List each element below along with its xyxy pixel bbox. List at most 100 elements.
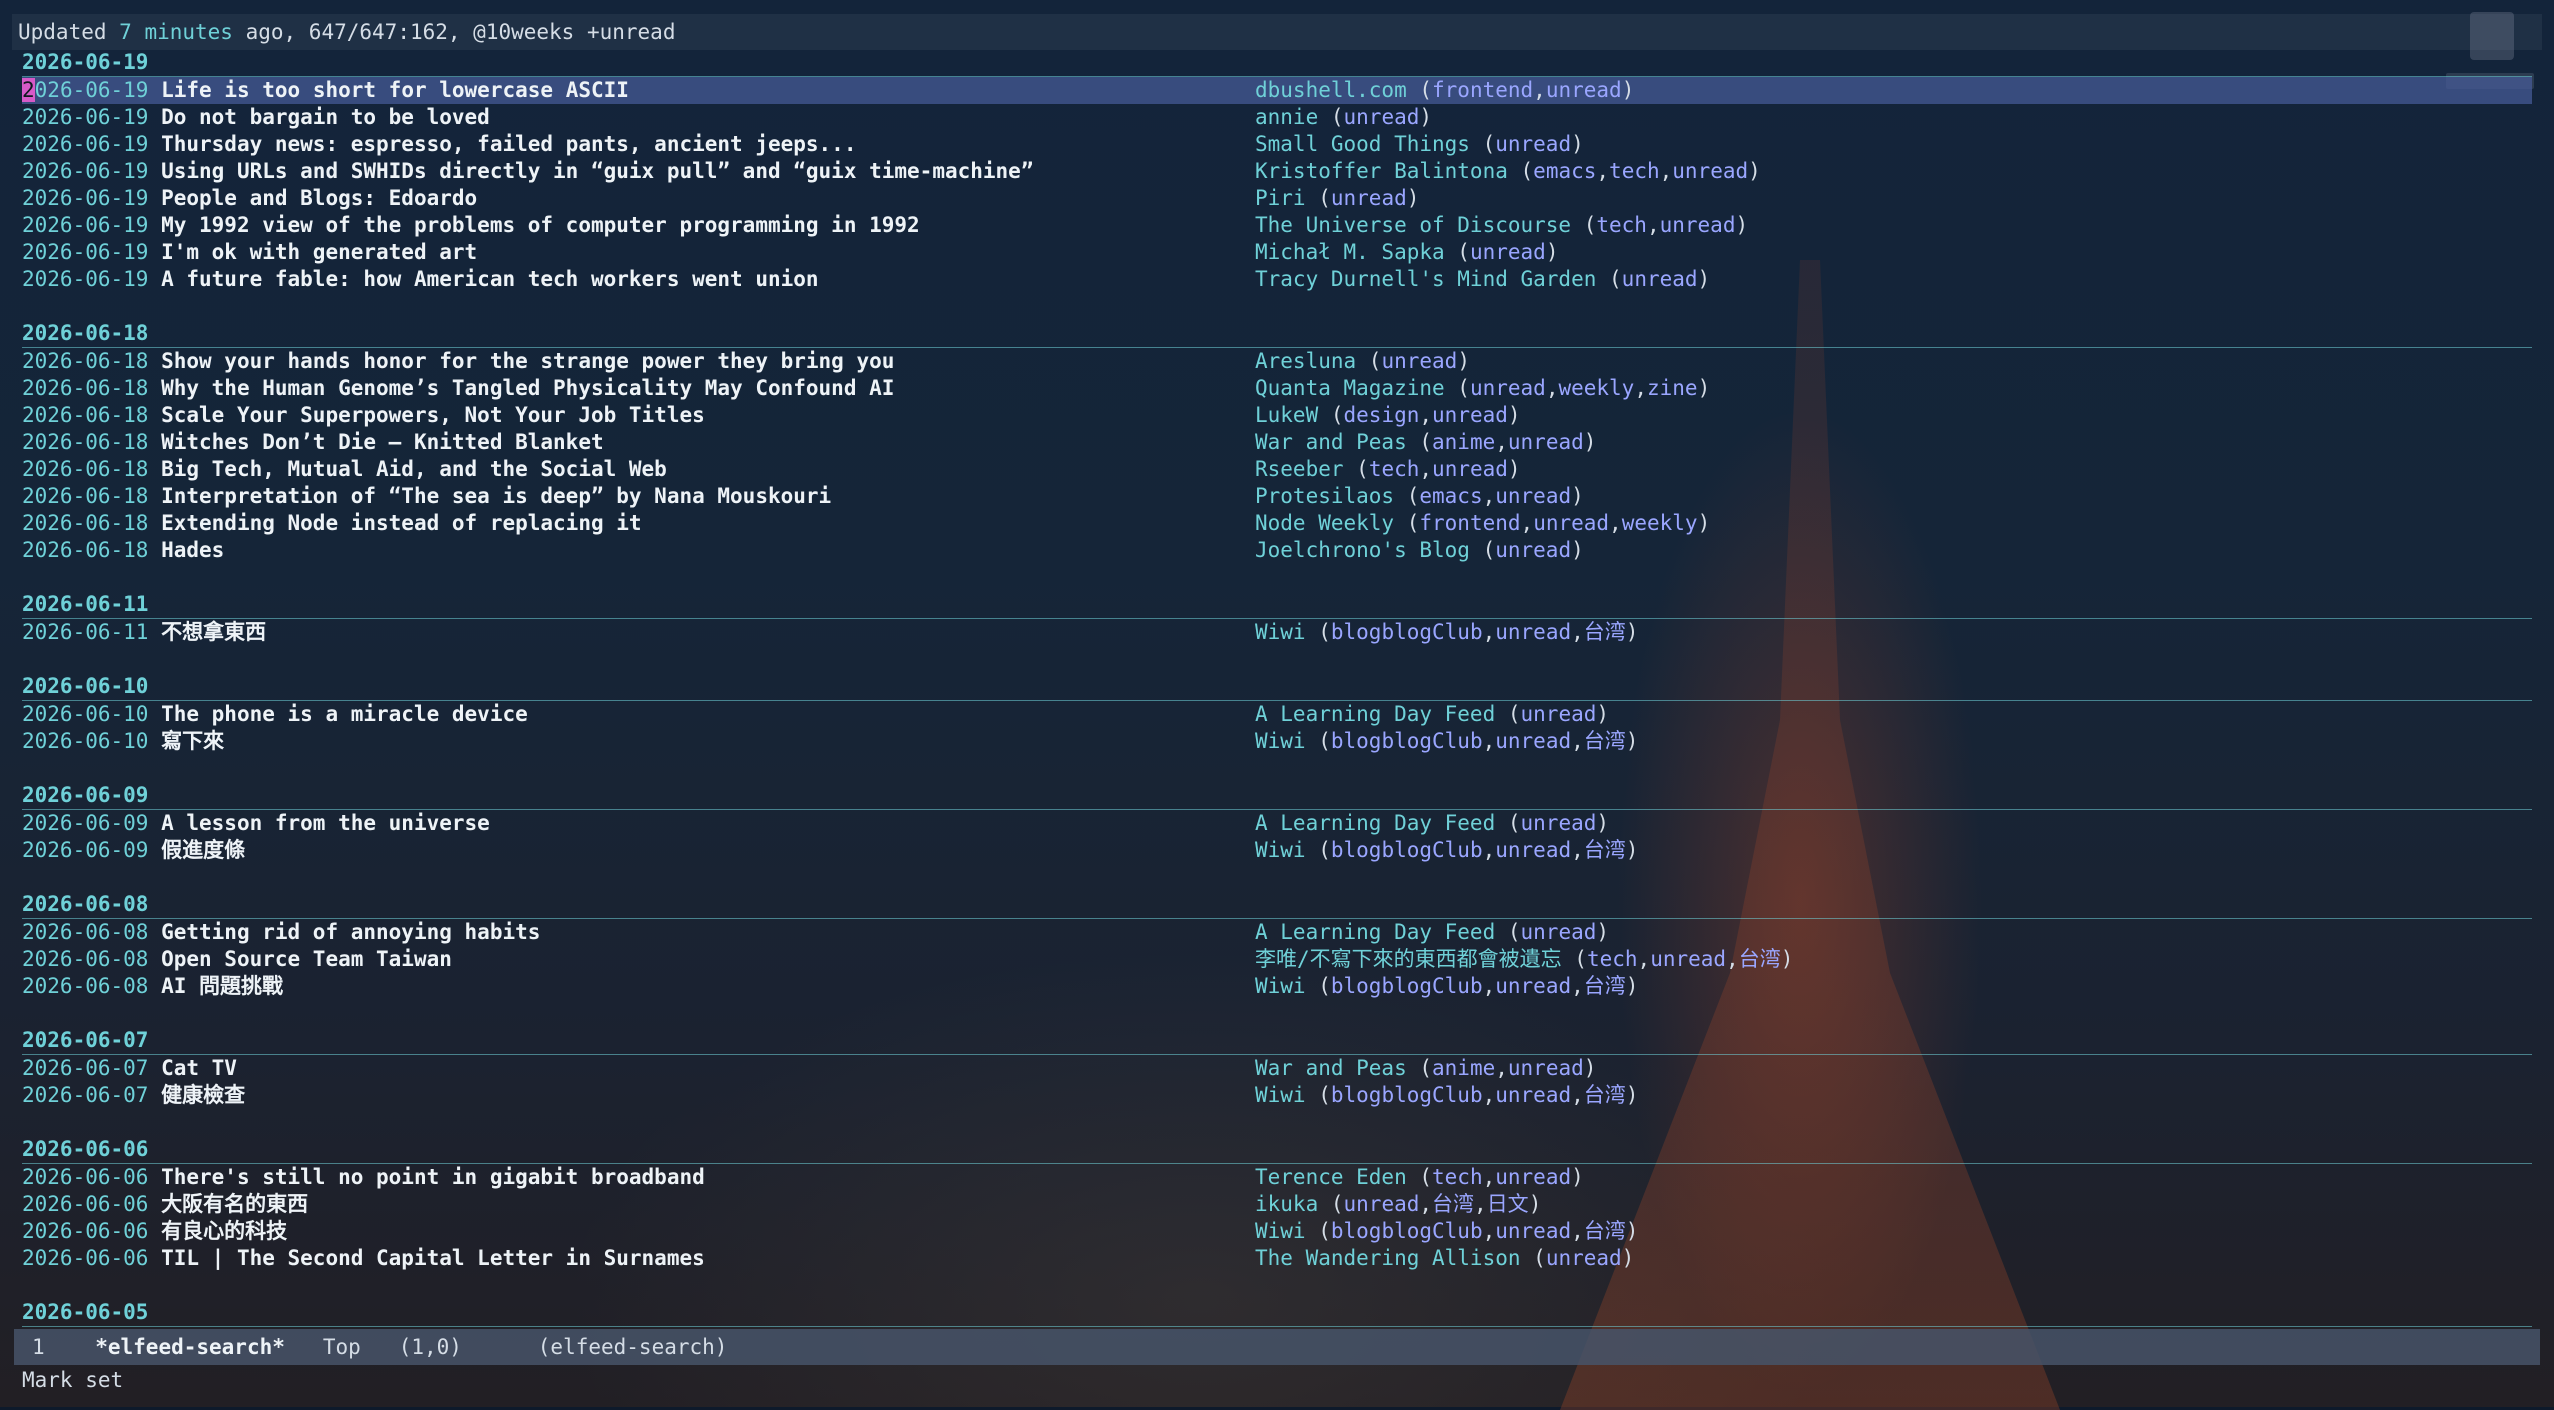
entry-row[interactable]: 2026-06-10 寫下來 Wiwi (blogblogClub,unread,…: [22, 728, 2532, 755]
entry-title[interactable]: Open Source Team Taiwan: [161, 947, 452, 971]
entry-title[interactable]: My 1992 view of the problems of computer…: [161, 213, 920, 237]
entry-feed-and-tags: The Universe of Discourse (tech,unread): [1255, 212, 1748, 239]
entry-row[interactable]: 2026-06-19 Thursday news: espresso, fail…: [22, 131, 2532, 158]
entry-row[interactable]: 2026-06-18 Scale Your Superpowers, Not Y…: [22, 402, 2532, 429]
entry-row[interactable]: 2026-06-08 Getting rid of annoying habit…: [22, 919, 2532, 946]
entry-title[interactable]: Big Tech, Mutual Aid, and the Social Web: [161, 457, 667, 481]
entry-row[interactable]: 2026-06-18 Show your hands honor for the…: [22, 348, 2532, 375]
entry-title[interactable]: 有良心的科技: [161, 1219, 287, 1243]
entry-feed-name: ikuka: [1255, 1192, 1319, 1216]
entry-title[interactable]: Hades: [161, 538, 224, 562]
entry-row[interactable]: 2026-06-18 Big Tech, Mutual Aid, and the…: [22, 456, 2532, 483]
tag-separator: ,: [1571, 729, 1584, 753]
entry-row[interactable]: 2026-06-11 不想拿東西 Wiwi (blogblogClub,unrea…: [22, 619, 2532, 646]
entry-row[interactable]: 2026-06-19 Using URLs and SWHIDs directl…: [22, 158, 2532, 185]
entry-row[interactable]: 2026-06-19 People and Blogs: Edoardo Piri…: [22, 185, 2532, 212]
entry-row[interactable]: 2026-06-06 There's still no point in gig…: [22, 1164, 2532, 1191]
entry-title[interactable]: Scale Your Superpowers, Not Your Job Tit…: [161, 403, 705, 427]
tag-close-paren: ): [1735, 213, 1749, 237]
entry-row[interactable]: 2026-06-18 Interpretation of “The sea is…: [22, 483, 2532, 510]
entry-title[interactable]: Witches Don’t Die – Knitted Blanket: [161, 430, 604, 454]
entry-title[interactable]: 假進度條: [161, 838, 245, 862]
entry-row[interactable]: 2026-06-18 Witches Don’t Die – Knitted B…: [22, 429, 2532, 456]
entry-tag: unread: [1343, 1192, 1420, 1216]
entry-row[interactable]: 2026-06-07 健康檢查 Wiwi (blogblogClub,unread…: [22, 1082, 2532, 1109]
entry-date: 2026-06-08: [22, 974, 149, 998]
tag-open-paren: (: [1444, 240, 1470, 264]
entry-title[interactable]: Thursday news: espresso, failed pants, a…: [161, 132, 856, 156]
entry-feed-name: A Learning Day Feed: [1255, 702, 1496, 726]
tag-separator: ,: [1520, 511, 1534, 535]
entry-row[interactable]: 2026-06-09 假進度條 Wiwi (blogblogClub,unread…: [22, 837, 2532, 864]
tag-close-paren: ): [1528, 1192, 1542, 1216]
entry-date: 2026-06-18: [22, 349, 149, 373]
entry-tag: unread: [1672, 159, 1749, 183]
entry-feed-name: War and Peas: [1255, 1056, 1407, 1080]
entry-title[interactable]: TIL | The Second Capital Letter in Surna…: [161, 1246, 705, 1270]
entry-title[interactable]: Do not bargain to be loved: [161, 105, 490, 129]
tag-open-paren: (: [1394, 484, 1420, 508]
entry-title[interactable]: I'm ok with generated art: [161, 240, 477, 264]
entry-title[interactable]: A lesson from the universe: [161, 811, 490, 835]
tag-close-paren: ): [1419, 105, 1433, 129]
entry-row[interactable]: 2026-06-19 Do not bargain to be loved ann…: [22, 104, 2532, 131]
entry-title[interactable]: Why the Human Genome’s Tangled Physicali…: [161, 376, 894, 400]
tag-close-paren: ): [1545, 240, 1559, 264]
entry-row[interactable]: 2026-06-19 My 1992 view of the problems …: [22, 212, 2532, 239]
entry-tag: 台湾: [1583, 974, 1626, 998]
entry-row[interactable]: 2026-06-06 TIL | The Second Capital Lett…: [22, 1245, 2532, 1272]
entry-title[interactable]: 寫下來: [161, 729, 224, 753]
entry-row[interactable]: 2026-06-10 The phone is a miracle device…: [22, 701, 2532, 728]
entry-feed-name: War and Peas: [1255, 430, 1407, 454]
entry-row[interactable]: 2026-06-18 Extending Node instead of rep…: [22, 510, 2532, 537]
entry-title[interactable]: AI 問題挑戰: [161, 974, 283, 998]
entry-row[interactable]: 2026-06-07 Cat TV War and Peas (anime,unr…: [22, 1055, 2532, 1082]
entry-title[interactable]: There's still no point in gigabit broadb…: [161, 1165, 705, 1189]
entry-row[interactable]: 2026-06-18 Hades Joelchrono's Blog (unrea…: [22, 537, 2532, 564]
entry-feed-and-tags: Piri (unread): [1255, 185, 1419, 212]
tag-open-paren: (: [1571, 213, 1597, 237]
entry-date: 2026-06-10: [22, 729, 149, 753]
tag-close-paren: ): [1571, 1165, 1584, 1189]
entry-title[interactable]: Extending Node instead of replacing it: [161, 511, 641, 535]
entry-title[interactable]: 大阪有名的東西: [161, 1192, 308, 1216]
tag-separator: ,: [1571, 1083, 1584, 1107]
entry-tag: blogblogClub: [1330, 729, 1483, 753]
entry-tag: unread: [1533, 511, 1610, 535]
entry-row[interactable]: 2026-06-19 Life is too short for lowerca…: [22, 77, 2532, 104]
entry-title[interactable]: The phone is a miracle device: [161, 702, 528, 726]
entry-title[interactable]: Life is too short for lowercase ASCII: [161, 78, 629, 102]
mode-line-buffer-name[interactable]: *elfeed-search*: [95, 1335, 285, 1359]
entry-title[interactable]: 不想拿東西: [161, 620, 266, 644]
entry-row[interactable]: 2026-06-08 AI 問題挑戰 Wiwi (blogblogClub,unr…: [22, 973, 2532, 1000]
entry-row[interactable]: 2026-06-08 Open Source Team Taiwan 李唯/不寫下…: [22, 946, 2532, 973]
entry-feed-name: Wiwi: [1255, 1083, 1306, 1107]
entry-row[interactable]: 2026-06-09 A lesson from the universe A L…: [22, 810, 2532, 837]
entry-date: 2026-06-19: [22, 240, 149, 264]
entry-tag: unread: [1520, 702, 1597, 726]
entry-feed-and-tags: Small Good Things (unread): [1255, 131, 1584, 158]
entry-title[interactable]: A future fable: how American tech worker…: [161, 267, 818, 291]
mode-line-mode[interactable]: (elfeed-search): [538, 1335, 728, 1359]
entry-title[interactable]: Interpretation of “The sea is deep” by N…: [161, 484, 831, 508]
entry-feed-and-tags: War and Peas (anime,unread): [1255, 429, 1596, 456]
entry-feed-name: Protesilaos: [1255, 484, 1395, 508]
entry-title[interactable]: Show your hands honor for the strange po…: [161, 349, 894, 373]
entry-title[interactable]: Getting rid of annoying habits: [161, 920, 540, 944]
entry-title[interactable]: 健康檢查: [161, 1083, 245, 1107]
tag-open-paren: (: [1305, 620, 1331, 644]
tag-separator: ,: [1533, 78, 1546, 102]
entry-tag: emacs: [1419, 484, 1483, 508]
tag-separator: ,: [1482, 838, 1496, 862]
entry-row[interactable]: 2026-06-19 A future fable: how American …: [22, 266, 2532, 293]
entry-title[interactable]: Cat TV: [161, 1056, 237, 1080]
entry-feed-name: Wiwi: [1255, 838, 1306, 862]
entry-row[interactable]: 2026-06-06 有良心的科技 Wiwi (blogblogClub,unre…: [22, 1218, 2532, 1245]
entry-feed-and-tags: 李唯/不寫下來的東西都會被遺忘 (tech,unread,台湾): [1255, 946, 1793, 973]
entry-title[interactable]: People and Blogs: Edoardo: [161, 186, 477, 210]
entry-title[interactable]: Using URLs and SWHIDs directly in “guix …: [161, 159, 1033, 183]
entry-row[interactable]: 2026-06-18 Why the Human Genome’s Tangle…: [22, 375, 2532, 402]
entry-row[interactable]: 2026-06-06 大阪有名的東西 ikuka (unread,台湾,日文): [22, 1191, 2532, 1218]
entry-row[interactable]: 2026-06-19 I'm ok with generated art Mich…: [22, 239, 2532, 266]
